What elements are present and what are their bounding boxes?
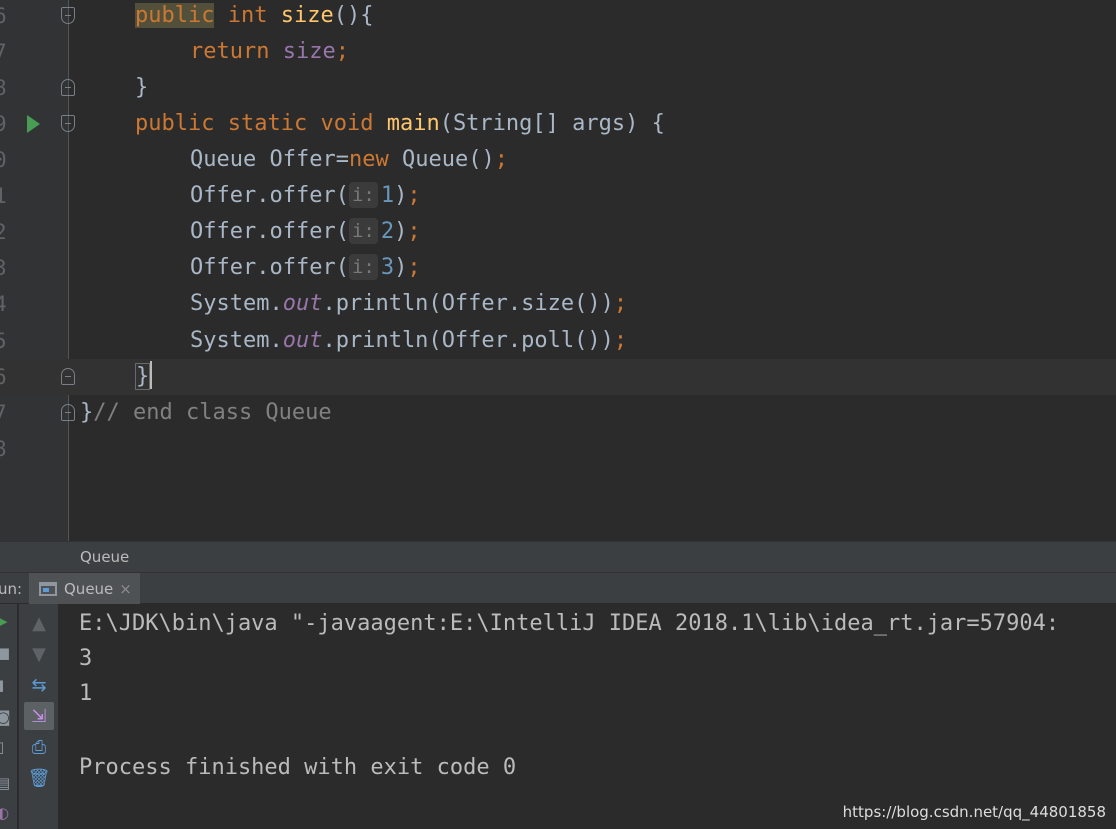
fold-icon[interactable]	[61, 368, 75, 385]
line-number: 0	[0, 148, 7, 172]
layout-icon[interactable]: ▤	[0, 774, 10, 792]
console-line: 1	[79, 681, 93, 706]
camera-icon[interactable]: ◙	[0, 708, 11, 726]
code-line[interactable]: 8 }	[0, 70, 1116, 106]
code-text: return size;	[190, 39, 349, 64]
scroll-to-end-icon[interactable]: ⇲	[24, 702, 54, 730]
line-number: 2	[0, 220, 7, 244]
code-text: Offer.offer(i: 2);	[190, 218, 421, 244]
watermark: https://blog.csdn.net/qq_44801858	[842, 803, 1106, 821]
pause-icon[interactable]: ▮	[0, 676, 4, 694]
code-editor[interactable]: 6 public int size(){ 7 return size; 8 } …	[0, 0, 1116, 541]
console-line: 3	[79, 646, 93, 671]
code-line[interactable]: 2 Offer.offer(i: 2);	[0, 214, 1116, 250]
fold-icon[interactable]	[61, 79, 75, 96]
code-text: }// end class Queue	[80, 400, 332, 425]
arrow-up-icon[interactable]: ▲	[24, 609, 54, 637]
line-number: 6	[0, 4, 7, 28]
code-text: Offer.offer(i: 1);	[190, 182, 421, 208]
code-line[interactable]: 6 public int size(){	[0, 0, 1116, 34]
line-number: 4	[0, 292, 7, 316]
run-icon[interactable]	[27, 115, 40, 133]
breadcrumb[interactable]: Queue	[80, 548, 129, 566]
print-icon[interactable]: ⎙	[24, 733, 54, 761]
line-number: 6	[0, 365, 7, 389]
line-number: 7	[0, 401, 7, 425]
run-tab-queue[interactable]: Queue ×	[29, 573, 140, 604]
soft-wrap-icon[interactable]: ⇆	[24, 671, 54, 699]
console-line: E:\JDK\bin\java "-javaagent:E:\IntelliJ …	[79, 611, 1060, 636]
code-text: public static void main(String[] args) {	[135, 111, 665, 136]
fold-icon[interactable]	[61, 115, 75, 132]
code-line[interactable]: 4 System.out.println(Offer.size());	[0, 286, 1116, 322]
stop-icon[interactable]: ■	[0, 644, 10, 662]
pin-icon[interactable]: ◐	[0, 804, 9, 822]
code-line[interactable]: 1 Offer.offer(i: 1);	[0, 178, 1116, 214]
rerun-icon[interactable]: ▶	[0, 612, 8, 630]
line-number: 8	[0, 437, 7, 461]
close-icon[interactable]: ×	[119, 580, 132, 598]
line-number: 7	[0, 40, 7, 64]
arrow-down-icon[interactable]: ▼	[24, 640, 54, 668]
parameter-hint: i:	[348, 182, 378, 208]
code-line[interactable]: 3 Offer.offer(i: 3);	[0, 250, 1116, 286]
run-tab-label: Queue	[64, 579, 114, 598]
run-toolbar: ▲ ▼ ⇆ ⇲ ⎙ 🗑	[19, 604, 59, 829]
code-line[interactable]: 5 System.out.println(Offer.poll());	[0, 323, 1116, 359]
console-icon	[39, 581, 57, 596]
fold-icon[interactable]	[61, 7, 75, 24]
code-line[interactable]: 7 }// end class Queue	[0, 395, 1116, 431]
console-output[interactable]: E:\JDK\bin\java "-javaagent:E:\IntelliJ …	[60, 604, 1116, 829]
run-tab-bar: un: Queue ×	[0, 572, 1116, 604]
trash-icon[interactable]: 🗑	[24, 764, 54, 792]
code-text: Offer.offer(i: 3);	[190, 254, 421, 280]
parameter-hint: i:	[348, 218, 378, 244]
code-text: }	[135, 75, 149, 100]
text-caret	[150, 361, 153, 389]
line-number: 9	[0, 112, 7, 136]
code-text: System.out.println(Offer.size());	[190, 291, 628, 316]
code-text: System.out.println(Offer.poll());	[190, 328, 628, 353]
run-side-strip: ▶ ■ ▮ ◙ ▯ ▤ ◐	[0, 604, 18, 829]
run-panel-label: un:	[0, 580, 23, 598]
code-text: }	[135, 359, 153, 395]
parameter-hint: i:	[348, 254, 378, 280]
console-line: Process finished with exit code 0	[79, 755, 517, 780]
code-line[interactable]: 7 return size;	[0, 34, 1116, 70]
line-number: 3	[0, 256, 7, 280]
code-line[interactable]: 9 public static void main(String[] args)…	[0, 106, 1116, 142]
line-number: 1	[0, 184, 7, 208]
line-number: 5	[0, 329, 7, 353]
line-number: 8	[0, 76, 7, 100]
exit-icon[interactable]: ▯	[0, 738, 4, 756]
fold-icon[interactable]	[61, 404, 75, 421]
breadcrumb-bar: Queue	[0, 541, 1116, 572]
code-text: Queue Offer=new Queue();	[190, 147, 508, 172]
code-line[interactable]: 8	[0, 431, 1116, 467]
code-line-current[interactable]: 6 }	[0, 359, 1116, 395]
code-text: public int size(){	[135, 3, 374, 28]
code-line[interactable]: 0 Queue Offer=new Queue();	[0, 142, 1116, 178]
